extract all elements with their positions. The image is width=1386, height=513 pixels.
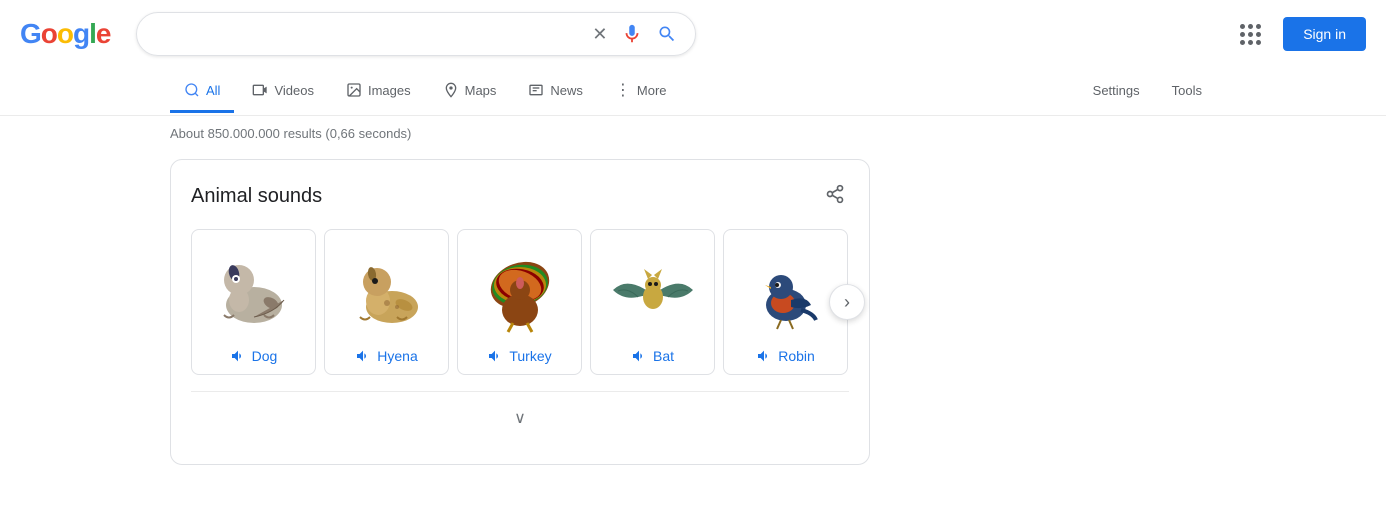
logo-g2: g xyxy=(73,18,89,49)
tab-images-label: Images xyxy=(368,83,411,98)
results-summary: About 850.000.000 results (0,66 seconds) xyxy=(170,126,411,141)
turkey-label: Turkey xyxy=(487,348,551,364)
tab-videos[interactable]: Videos xyxy=(238,70,328,113)
turkey-name: Turkey xyxy=(509,348,551,364)
tab-all-label: All xyxy=(206,83,220,98)
tools-link[interactable]: Tools xyxy=(1158,71,1216,113)
videos-icon xyxy=(252,82,268,98)
apps-grid-icon xyxy=(1234,18,1267,51)
logo-g: G xyxy=(20,18,41,49)
robin-label: Robin xyxy=(756,348,815,364)
clear-button[interactable]: ✕ xyxy=(590,22,609,47)
news-icon xyxy=(528,82,544,98)
turkey-image xyxy=(475,240,565,340)
maps-icon xyxy=(443,82,459,98)
card-header: Animal sounds xyxy=(191,180,849,213)
sound-icon-dog xyxy=(230,348,246,364)
google-logo[interactable]: Google xyxy=(20,18,110,50)
tab-all[interactable]: All xyxy=(170,70,234,113)
robin-image xyxy=(741,240,831,340)
tab-more[interactable]: ⋮ More xyxy=(601,68,681,115)
sound-icon-bat xyxy=(631,348,647,364)
search-input[interactable]: What sound does a dog make xyxy=(153,25,580,43)
header-right: Sign in xyxy=(1232,16,1366,53)
share-button[interactable] xyxy=(821,180,849,213)
animals-row: Dog xyxy=(191,229,849,375)
dog-image xyxy=(209,240,299,340)
tab-images[interactable]: Images xyxy=(332,70,425,113)
logo-o1: o xyxy=(41,18,57,49)
bat-label: Bat xyxy=(631,348,674,364)
animals-container: Dog xyxy=(191,229,849,375)
next-arrow-button[interactable]: › xyxy=(829,284,865,320)
next-arrow-icon: › xyxy=(844,292,850,313)
tab-more-label: More xyxy=(637,83,667,98)
all-icon xyxy=(184,82,200,98)
nav-right: Settings Tools xyxy=(1079,71,1216,113)
sound-icon-hyena xyxy=(355,348,371,364)
search-icons: ✕ xyxy=(590,21,679,47)
tab-maps[interactable]: Maps xyxy=(429,70,511,113)
hyena-image xyxy=(342,240,432,340)
bat-name: Bat xyxy=(653,348,674,364)
animal-card-bat[interactable]: Bat xyxy=(590,229,715,375)
sound-icon-turkey xyxy=(487,348,503,364)
sound-icon-robin xyxy=(756,348,772,364)
sign-in-button[interactable]: Sign in xyxy=(1283,17,1366,51)
dog-name: Dog xyxy=(252,348,278,364)
logo-e: e xyxy=(96,18,111,49)
animal-card-hyena[interactable]: Hyena xyxy=(324,229,449,375)
images-icon xyxy=(346,82,362,98)
animal-card-turkey[interactable]: Turkey xyxy=(457,229,582,375)
mic-icon xyxy=(621,23,643,45)
clear-icon: ✕ xyxy=(592,24,607,45)
tab-videos-label: Videos xyxy=(274,83,314,98)
tab-news-label: News xyxy=(550,83,583,98)
tools-label: Tools xyxy=(1172,83,1202,98)
apps-button[interactable] xyxy=(1232,16,1269,53)
dog-label: Dog xyxy=(230,348,278,364)
settings-link[interactable]: Settings xyxy=(1079,71,1154,113)
results-info: About 850.000.000 results (0,66 seconds) xyxy=(0,116,1386,151)
nav-bar: All Videos Images Maps News ⋮ More Setti… xyxy=(0,68,1386,116)
search-bar: What sound does a dog make ✕ xyxy=(136,12,696,56)
hyena-label: Hyena xyxy=(355,348,417,364)
logo-l: l xyxy=(89,18,96,49)
header: Google What sound does a dog make ✕ xyxy=(0,0,1386,68)
search-button[interactable] xyxy=(655,22,679,46)
bat-image xyxy=(608,240,698,340)
tab-maps-label: Maps xyxy=(465,83,497,98)
animal-card-dog[interactable]: Dog xyxy=(191,229,316,375)
settings-label: Settings xyxy=(1093,83,1140,98)
animal-sounds-card: Animal sounds xyxy=(170,159,870,465)
card-title: Animal sounds xyxy=(191,185,322,208)
logo-o2: o xyxy=(57,18,73,49)
robin-name: Robin xyxy=(778,348,815,364)
expand-row[interactable]: ∨ xyxy=(191,391,849,444)
expand-icon: ∨ xyxy=(514,408,526,428)
hyena-name: Hyena xyxy=(377,348,417,364)
search-icon xyxy=(657,24,677,44)
voice-search-button[interactable] xyxy=(619,21,645,47)
more-icon: ⋮ xyxy=(615,80,631,100)
tab-news[interactable]: News xyxy=(514,70,597,113)
share-icon xyxy=(825,184,845,204)
